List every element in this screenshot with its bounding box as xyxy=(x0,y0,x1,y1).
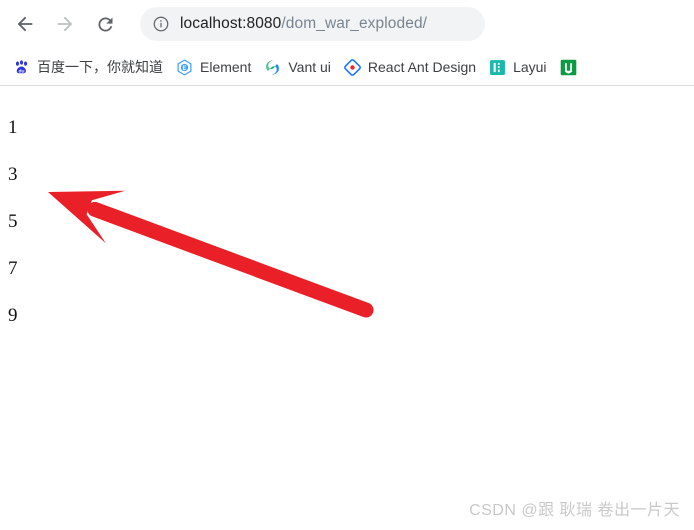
url-path: /dom_war_exploded/ xyxy=(281,15,428,32)
arrow-left-icon xyxy=(14,13,36,35)
bookmark-label: Element xyxy=(200,59,252,75)
layui-square-icon xyxy=(489,59,506,76)
info-circle-icon[interactable] xyxy=(152,15,170,33)
baidu-paw-icon: du xyxy=(13,59,30,76)
red-arrow-annotation xyxy=(48,190,374,318)
arrow-shaft xyxy=(87,201,374,318)
list-item: 9 xyxy=(8,305,18,326)
arrow-head xyxy=(48,190,126,244)
number-list: 1 3 5 7 9 xyxy=(0,86,18,339)
csdn-watermark: CSDN @跟 耿瑞 卷出一片天 xyxy=(469,502,680,519)
green-square-icon xyxy=(560,59,577,76)
url-host: localhost:8080 xyxy=(180,15,282,32)
back-button[interactable] xyxy=(8,7,42,41)
bookmark-layui[interactable]: Layui xyxy=(484,54,551,80)
reload-icon xyxy=(95,14,116,35)
list-item: 5 xyxy=(8,211,18,232)
bookmark-label: Vant ui xyxy=(288,59,331,75)
bookmark-label: Layui xyxy=(513,59,547,75)
bookmark-element[interactable]: E Element xyxy=(171,54,256,80)
bookmark-last[interactable] xyxy=(555,54,589,80)
bookmark-baidu[interactable]: du 百度一下，你就知道 xyxy=(8,54,168,80)
list-item: 1 xyxy=(8,117,18,138)
bookmarks-bar: du 百度一下，你就知道 E Element Vant ui React Ant… xyxy=(0,48,694,86)
page-viewport: 1 3 5 7 9 CSDN @跟 耿瑞 卷出一片天 xyxy=(0,86,694,530)
browser-toolbar: localhost:8080/dom_war_exploded/ xyxy=(0,0,694,48)
bookmark-react-ant-design[interactable]: React Ant Design xyxy=(339,54,481,80)
vant-icon xyxy=(264,59,281,76)
address-bar[interactable]: localhost:8080/dom_war_exploded/ xyxy=(140,7,485,41)
reload-button[interactable] xyxy=(88,7,122,41)
bookmark-label: React Ant Design xyxy=(367,59,477,75)
list-item: 7 xyxy=(8,258,18,279)
browser-window: localhost:8080/dom_war_exploded/ du 百度一下… xyxy=(0,0,694,530)
element-hexagon-icon: E xyxy=(176,58,193,76)
list-item: 3 xyxy=(8,164,18,185)
svg-text:du: du xyxy=(18,68,24,74)
svg-text:E: E xyxy=(183,65,187,71)
forward-button[interactable] xyxy=(48,7,82,41)
bookmark-label: 百度一下，你就知道 xyxy=(37,59,163,75)
arrow-right-icon xyxy=(54,13,76,35)
address-bar-url: localhost:8080/dom_war_exploded/ xyxy=(180,15,427,33)
bookmark-vant-ui[interactable]: Vant ui xyxy=(259,54,336,80)
ant-design-diamond-icon xyxy=(343,58,361,76)
